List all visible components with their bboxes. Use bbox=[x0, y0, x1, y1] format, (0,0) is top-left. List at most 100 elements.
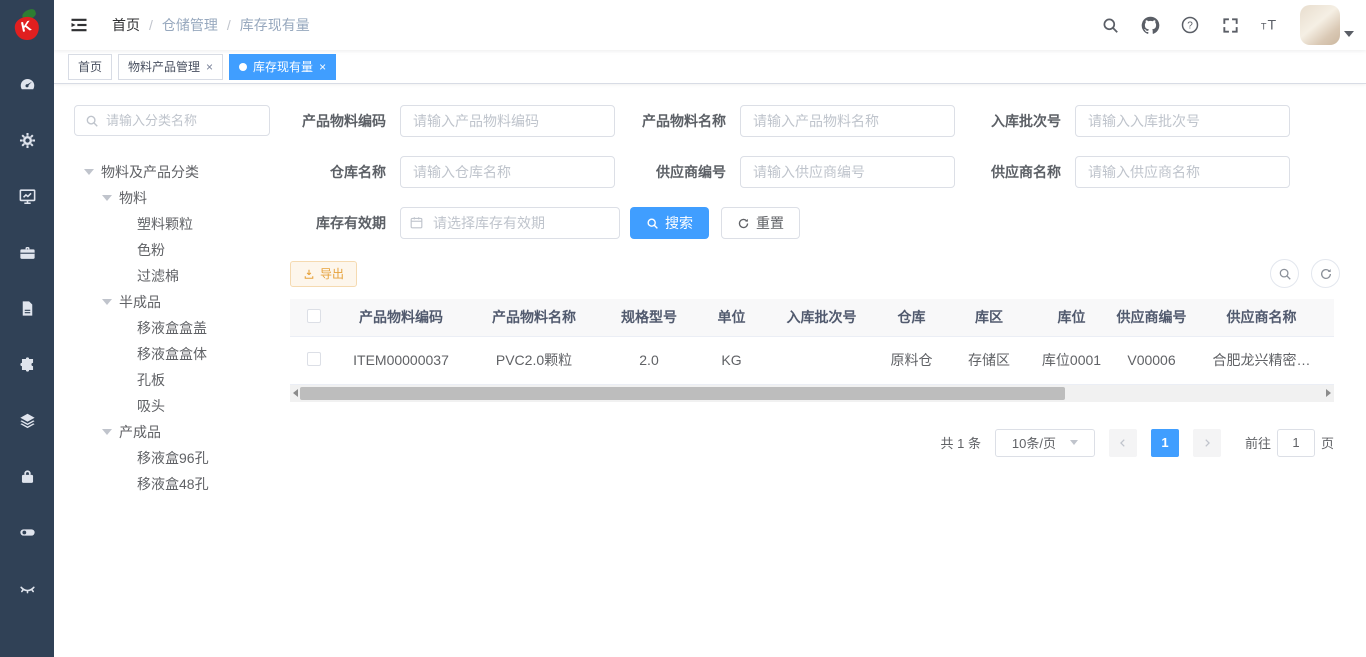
tab-material-product[interactable]: 物料产品管理 × bbox=[118, 54, 223, 80]
item-name-input[interactable] bbox=[740, 105, 955, 137]
batch-no-input[interactable] bbox=[1075, 105, 1290, 137]
tree-node-box-48[interactable]: 移液盒48孔 bbox=[74, 471, 290, 497]
tree-node-semifinished[interactable]: 半成品 bbox=[74, 289, 290, 315]
reset-button[interactable]: 重置 bbox=[721, 207, 800, 239]
tab-inventory-onhand[interactable]: 库存现有量 × bbox=[229, 54, 336, 80]
tree-node-box-lid[interactable]: 移液盒盒盖 bbox=[74, 315, 290, 341]
header-search-button[interactable] bbox=[1094, 5, 1126, 45]
refresh-table-button[interactable] bbox=[1311, 259, 1340, 288]
expiry-date-input[interactable] bbox=[400, 207, 620, 239]
row-checkbox[interactable] bbox=[307, 352, 321, 366]
page-size-select[interactable]: 10条/页 bbox=[995, 429, 1095, 457]
search-button[interactable]: 搜索 bbox=[630, 207, 709, 239]
vendor-name-input[interactable] bbox=[1075, 156, 1290, 188]
layers-icon bbox=[18, 411, 37, 430]
fullscreen-button[interactable] bbox=[1214, 5, 1246, 45]
sidebar-item-document[interactable] bbox=[0, 280, 54, 336]
search-icon bbox=[1101, 16, 1120, 35]
header-select-all bbox=[290, 299, 338, 336]
tab-home[interactable]: 首页 bbox=[68, 54, 112, 80]
github-link-button[interactable] bbox=[1134, 5, 1166, 45]
vendor-code-input[interactable] bbox=[740, 156, 955, 188]
tree-node-label: 塑料颗粒 bbox=[137, 214, 193, 234]
tree-node-label: 移液盒盒体 bbox=[137, 344, 207, 364]
sidebar-item-lock[interactable] bbox=[0, 448, 54, 504]
warehouse-name-input[interactable] bbox=[400, 156, 615, 188]
sidebar-item-dashboard[interactable] bbox=[0, 56, 54, 112]
tab-label: 物料产品管理 bbox=[128, 58, 200, 75]
chevron-down-icon bbox=[1070, 440, 1078, 445]
monitor-chart-icon bbox=[18, 187, 37, 206]
field-expiry-date: 库存有效期 bbox=[290, 207, 620, 239]
category-tree: 物料及产品分类 物料 塑料颗粒 色粉 过滤棉 半成品 移液盒盒盖 移液盒盒体 孔… bbox=[74, 159, 290, 497]
field-vendor-code: 供应商编号 bbox=[630, 156, 955, 188]
sidebar-item-monitor-off[interactable] bbox=[0, 560, 54, 616]
horizontal-scrollbar[interactable] bbox=[290, 385, 1334, 402]
scroll-left-icon[interactable] bbox=[293, 389, 298, 397]
table-row[interactable]: ITEM00000037 PVC2.0颗粒 2.0 KG 原料仓 存储区 库位0… bbox=[290, 336, 1334, 384]
cell-batch-no bbox=[769, 336, 874, 384]
font-size-icon: TT bbox=[1259, 15, 1281, 35]
field-batch-no: 入库批次号 bbox=[965, 105, 1290, 137]
tree-node-label: 物料及产品分类 bbox=[101, 162, 199, 182]
prev-page-button[interactable] bbox=[1109, 429, 1137, 457]
next-page-button[interactable] bbox=[1193, 429, 1221, 457]
tree-node-plastic-pellet[interactable]: 塑料颗粒 bbox=[74, 211, 290, 237]
user-menu[interactable] bbox=[1300, 5, 1354, 45]
breadcrumb-home[interactable]: 首页 bbox=[112, 15, 140, 35]
caret-down-icon[interactable] bbox=[102, 429, 112, 435]
download-icon bbox=[303, 268, 315, 280]
sidebar-item-switch[interactable] bbox=[0, 504, 54, 560]
font-size-button[interactable]: TT bbox=[1254, 5, 1286, 45]
category-tree-panel: 物料及产品分类 物料 塑料颗粒 色粉 过滤棉 半成品 移液盒盒盖 移液盒盒体 孔… bbox=[54, 84, 290, 657]
chevron-right-icon bbox=[1202, 438, 1212, 448]
tree-node-filter-cotton[interactable]: 过滤棉 bbox=[74, 263, 290, 289]
tree-node-box-body[interactable]: 移液盒盒体 bbox=[74, 341, 290, 367]
sidebar-toggle-button[interactable] bbox=[54, 0, 104, 50]
document-icon bbox=[18, 299, 37, 318]
tab-close-icon[interactable]: × bbox=[206, 61, 213, 73]
filter-form: 产品物料编码 产品物料名称 入库批次号 仓库名称 供应商编号 bbox=[290, 105, 1340, 239]
field-label: 库存有效期 bbox=[290, 213, 386, 233]
export-button[interactable]: 导出 bbox=[290, 261, 357, 287]
tree-node-pigment[interactable]: 色粉 bbox=[74, 237, 290, 263]
col-item-code: 产品物料编码 bbox=[338, 299, 464, 336]
tree-node-root[interactable]: 物料及产品分类 bbox=[74, 159, 290, 185]
search-icon bbox=[85, 114, 99, 128]
sidebar-item-monitor[interactable] bbox=[0, 168, 54, 224]
user-avatar bbox=[1300, 5, 1340, 45]
scroll-right-icon[interactable] bbox=[1326, 389, 1331, 397]
field-label: 供应商名称 bbox=[965, 162, 1061, 182]
tree-node-well-plate[interactable]: 孔板 bbox=[74, 367, 290, 393]
tree-node-tip[interactable]: 吸头 bbox=[74, 393, 290, 419]
tree-node-label: 移液盒96孔 bbox=[137, 448, 209, 468]
caret-down-icon[interactable] bbox=[102, 195, 112, 201]
col-vendor-name: 供应商名称 bbox=[1189, 299, 1334, 336]
app-logo[interactable]: K bbox=[0, 0, 54, 50]
scrollbar-thumb[interactable] bbox=[300, 387, 1065, 400]
sidebar-item-component[interactable] bbox=[0, 336, 54, 392]
tree-node-material[interactable]: 物料 bbox=[74, 185, 290, 211]
tab-close-icon[interactable]: × bbox=[319, 61, 326, 73]
sidebar-item-system[interactable] bbox=[0, 112, 54, 168]
tree-node-box-96[interactable]: 移液盒96孔 bbox=[74, 445, 290, 471]
tree-node-finished[interactable]: 产成品 bbox=[74, 419, 290, 445]
field-label: 仓库名称 bbox=[290, 162, 386, 182]
help-button[interactable]: ? bbox=[1174, 5, 1206, 45]
select-all-checkbox[interactable] bbox=[307, 309, 321, 323]
item-code-input[interactable] bbox=[400, 105, 615, 137]
tree-node-label: 过滤棉 bbox=[137, 266, 179, 286]
page-number-1[interactable]: 1 bbox=[1151, 429, 1179, 457]
reset-button-label: 重置 bbox=[756, 213, 784, 233]
sidebar-item-layers[interactable] bbox=[0, 392, 54, 448]
svg-text:T: T bbox=[1268, 18, 1277, 34]
tree-search-input[interactable] bbox=[106, 113, 256, 128]
sidebar-item-job[interactable] bbox=[0, 224, 54, 280]
caret-down-icon[interactable] bbox=[102, 299, 112, 305]
goto-page-input[interactable] bbox=[1277, 429, 1315, 457]
caret-down-icon[interactable] bbox=[84, 169, 94, 175]
filter-buttons: 搜索 重置 bbox=[630, 207, 955, 239]
breadcrumb-warehouse: 仓储管理 bbox=[162, 15, 218, 35]
show-search-button[interactable] bbox=[1270, 259, 1299, 288]
goto-label: 前往 bbox=[1245, 433, 1271, 452]
